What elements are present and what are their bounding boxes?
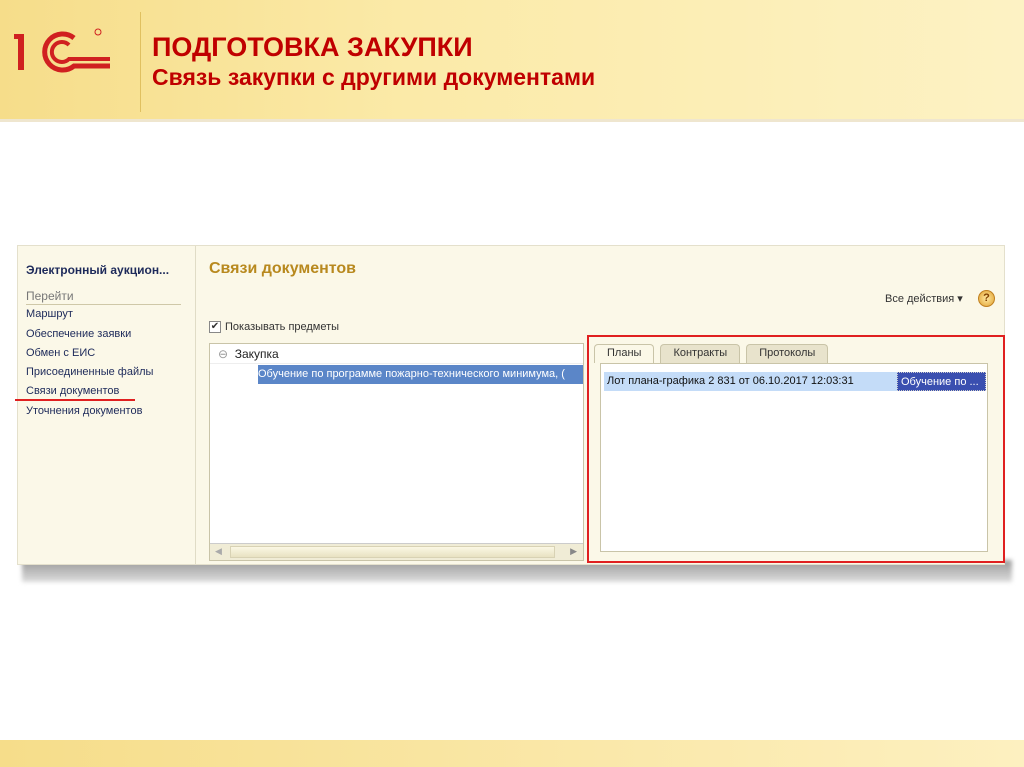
sidebar-item-bid-security[interactable]: Обеспечение заявки [26, 328, 131, 340]
all-actions-menu[interactable]: Все действия ▾ [885, 292, 963, 305]
tab-protocols[interactable]: Протоколы [746, 344, 829, 363]
horizontal-scrollbar[interactable]: ◀ ▶ [210, 543, 583, 560]
tree-row-item[interactable]: Обучение по программе пожарно-техническо… [258, 365, 583, 384]
sidebar-item-eis-exchange[interactable]: Обмен с ЕИС [26, 347, 95, 359]
slide-footer [0, 740, 1024, 767]
sidebar: Электронный аукцион... Перейти Маршрут О… [18, 246, 196, 564]
sidebar-item-document-links[interactable]: Связи документов [26, 385, 119, 397]
go-section-label: Перейти [26, 289, 181, 305]
checkmark-icon: ✔ [209, 321, 221, 333]
sidebar-item-attached-files[interactable]: Присоединенные файлы [26, 366, 153, 378]
tab-plans[interactable]: Планы [594, 344, 655, 363]
plans-list: Лот плана-графика 2 831 от 06.10.2017 12… [600, 363, 988, 552]
scroll-right-icon[interactable]: ▶ [570, 546, 577, 557]
slide-title: ПОДГОТОВКА ЗАКУПКИ [152, 32, 473, 62]
divider [140, 12, 141, 112]
sidebar-item-document-clarifications[interactable]: Уточнения документов [26, 405, 142, 417]
1c-logo [14, 28, 110, 73]
show-items-label: Показывать предметы [225, 321, 340, 333]
linked-docs-tabs: Планы Контракты Протоколы [594, 344, 829, 363]
item-subject-cell[interactable]: Обучение по ... [897, 372, 986, 391]
lot-label: Лот плана-графика 2 831 от 06.10.2017 12… [607, 375, 854, 387]
collapse-icon[interactable]: ⊖ [218, 347, 228, 361]
show-items-checkbox[interactable]: ✔ Показывать предметы [209, 321, 339, 333]
scroll-thumb[interactable] [230, 546, 555, 558]
list-item[interactable]: Лот плана-графика 2 831 от 06.10.2017 12… [604, 372, 986, 391]
slide-header: ПОДГОТОВКА ЗАКУПКИ Связь закупки с други… [0, 0, 1024, 122]
tab-contracts[interactable]: Контракты [660, 344, 741, 363]
highlight-underline [15, 399, 135, 401]
dropdown-arrow-icon: ▾ [957, 293, 963, 305]
purchase-tree: ⊖ Закупка Обучение по программе пожарно-… [209, 343, 584, 561]
tree-root-label: Закупка [234, 347, 279, 361]
help-icon[interactable]: ? [978, 290, 995, 307]
scroll-left-icon[interactable]: ◀ [215, 546, 222, 557]
sidebar-item-route[interactable]: Маршрут [26, 308, 73, 320]
document-title: Электронный аукцион... [26, 263, 170, 277]
tree-row-purchase[interactable]: ⊖ Закупка [210, 344, 583, 364]
all-actions-label: Все действия [885, 293, 955, 305]
page-title: Связи документов [209, 260, 357, 277]
slide-subtitle: Связь закупки с другими документами [152, 64, 596, 90]
